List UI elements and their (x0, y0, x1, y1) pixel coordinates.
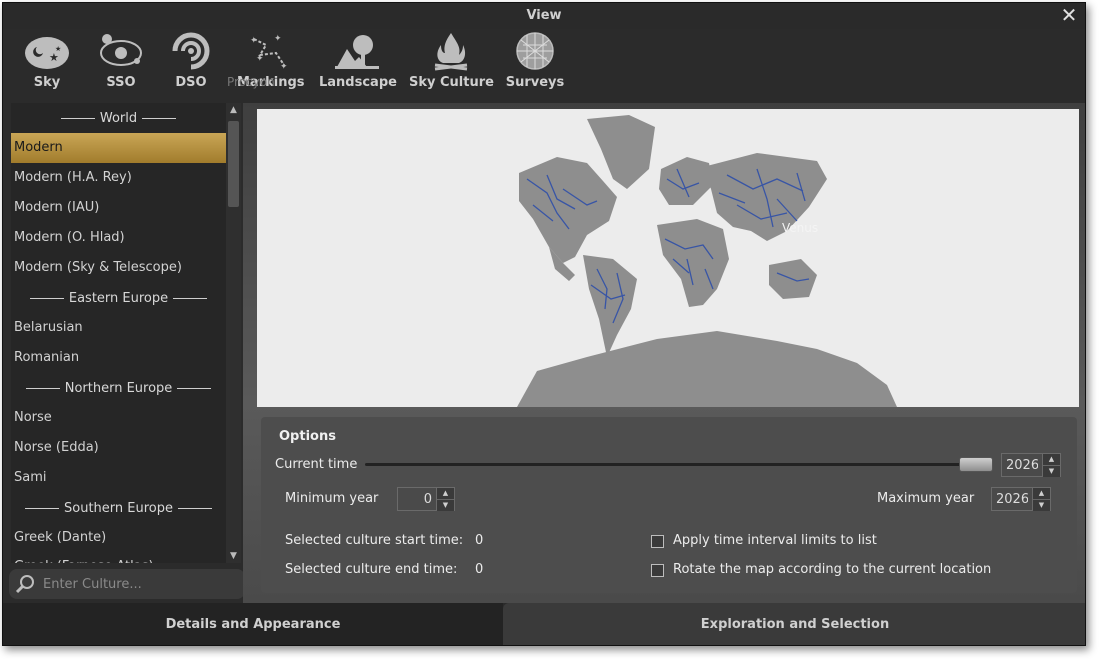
maximum-year-down-icon[interactable]: ▼ (1033, 499, 1050, 511)
current-time-slider[interactable] (365, 463, 993, 466)
close-icon[interactable]: ✕ (1059, 5, 1079, 25)
options-title: Options (279, 429, 336, 444)
map-venus-label: Venus (782, 221, 819, 235)
sky-culture-list[interactable]: World Modern Modern (H.A. Rey) Modern (I… (11, 103, 226, 563)
current-time-up-icon[interactable]: ▲ (1043, 454, 1060, 465)
start-time-label: Selected culture start time: (285, 533, 464, 548)
markings-icon: ✦ ✦ ✦ ✦ (250, 34, 288, 71)
tab-sky-culture-label: Sky Culture (409, 75, 494, 90)
current-time-slider-handle[interactable] (959, 457, 993, 472)
tab-markings[interactable]: ✦ ✦ ✦ ✦ Markings (237, 29, 305, 103)
surveys-icon (516, 32, 554, 70)
list-item-greek-dante[interactable]: Greek (Dante) (11, 523, 226, 553)
sso-icon (100, 34, 142, 66)
current-time-down-icon[interactable]: ▼ (1043, 465, 1060, 477)
tab-landscape-label: Landscape (319, 75, 397, 90)
sky-culture-list-pane: World Modern Modern (H.A. Rey) Modern (I… (11, 103, 241, 563)
tab-sky[interactable]: ★ ★ Sky (17, 29, 77, 103)
view-toolbar: ★ ★ Sky SSO DSO ✦ ✦ ✦ ✦ Markings Landsca… (3, 29, 1085, 103)
scroll-down-icon[interactable]: ▼ (226, 549, 241, 563)
search-icon (15, 575, 34, 594)
landscape-icon (335, 35, 379, 69)
maximum-year-label: Maximum year (877, 491, 975, 506)
svg-text:★: ★ (55, 45, 61, 53)
rotate-map-checkbox[interactable] (651, 564, 664, 577)
apply-limits-checkbox[interactable] (651, 535, 664, 548)
end-time-value: 0 (475, 562, 484, 577)
minimum-year-down-icon[interactable]: ▼ (437, 499, 454, 511)
current-time-input[interactable] (1002, 454, 1042, 476)
options-group: Options Current time ▲▼ Minimum year ▲▼ … (261, 417, 1077, 593)
current-time-label: Current time (275, 457, 358, 472)
svg-text:✦: ✦ (256, 54, 264, 64)
tab-sky-label: Sky (33, 75, 61, 90)
list-header-world: World (11, 103, 226, 133)
tab-exploration-selection[interactable]: Exploration and Selection (503, 603, 1085, 645)
background-star-label: Procyon (227, 75, 275, 89)
list-item-norse[interactable]: Norse (11, 403, 226, 433)
list-item-modern-iau[interactable]: Modern (IAU) (11, 193, 226, 223)
sky-culture-icon (434, 33, 468, 71)
rotate-map-label: Rotate the map according to the current … (673, 562, 992, 577)
list-item-belarusian[interactable]: Belarusian (11, 313, 226, 343)
world-map-graphic (517, 115, 897, 407)
culture-search-input[interactable] (43, 574, 238, 594)
tab-landscape[interactable]: Landscape (319, 29, 397, 103)
scroll-thumb[interactable] (228, 121, 239, 207)
sky-icon: ★ ★ (25, 37, 69, 69)
list-item-modern-hlad[interactable]: Modern (O. Hlad) (11, 223, 226, 253)
scroll-up-icon[interactable]: ▲ (226, 103, 241, 117)
tab-dso-label: DSO (175, 75, 207, 90)
start-time-value: 0 (475, 533, 484, 548)
current-time-spinbox: ▲▼ (1001, 453, 1061, 477)
tab-dso[interactable]: DSO (161, 29, 221, 103)
svg-text:✦: ✦ (250, 36, 258, 46)
list-item-modern[interactable]: Modern (11, 133, 226, 163)
list-header-northern-europe: Northern Europe (11, 373, 226, 403)
tab-details-appearance[interactable]: Details and Appearance (3, 603, 503, 645)
maximum-year-up-icon[interactable]: ▲ (1033, 488, 1050, 499)
end-time-label: Selected culture end time: (285, 562, 458, 577)
window-title: View (3, 3, 1085, 29)
list-header-eastern-europe: Eastern Europe (11, 283, 226, 313)
maximum-year-input[interactable] (992, 488, 1032, 510)
svg-text:✦: ✦ (274, 34, 282, 44)
minimum-year-label: Minimum year (285, 491, 379, 506)
list-item-norse-edda[interactable]: Norse (Edda) (11, 433, 226, 463)
tab-surveys[interactable]: Surveys (505, 29, 565, 103)
list-item-greek-farnese[interactable]: Greek (Farnese Atlas) (11, 553, 226, 563)
bottom-tab-bar: Details and Appearance Exploration and S… (3, 603, 1085, 645)
list-item-sami[interactable]: Sami (11, 463, 226, 493)
tab-surveys-label: Surveys (505, 75, 565, 90)
tab-sso-label: SSO (106, 75, 136, 90)
minimum-year-up-icon[interactable]: ▲ (437, 488, 454, 499)
minimum-year-spinbox: ▲▼ (397, 487, 455, 511)
list-scrollbar[interactable]: ▲ ▼ (226, 103, 241, 563)
culture-map[interactable]: Venus (257, 109, 1079, 407)
minimum-year-input[interactable] (398, 488, 436, 510)
svg-text:✦: ✦ (280, 62, 288, 71)
tab-sso[interactable]: SSO (91, 29, 151, 103)
list-header-southern-europe: Southern Europe (11, 493, 226, 523)
apply-limits-label: Apply time interval limits to list (673, 533, 877, 548)
culture-search-box (9, 569, 245, 599)
view-window: View ✕ ★ ★ Sky SSO DSO ✦ ✦ ✦ ✦ Markings … (2, 2, 1086, 646)
maximum-year-spinbox: ▲▼ (991, 487, 1051, 511)
dso-icon (172, 32, 210, 70)
list-item-modern-sky-telescope[interactable]: Modern (Sky & Telescope) (11, 253, 226, 283)
tab-sky-culture[interactable]: Sky Culture (409, 29, 494, 103)
list-item-romanian[interactable]: Romanian (11, 343, 226, 373)
list-item-modern-rey[interactable]: Modern (H.A. Rey) (11, 163, 226, 193)
